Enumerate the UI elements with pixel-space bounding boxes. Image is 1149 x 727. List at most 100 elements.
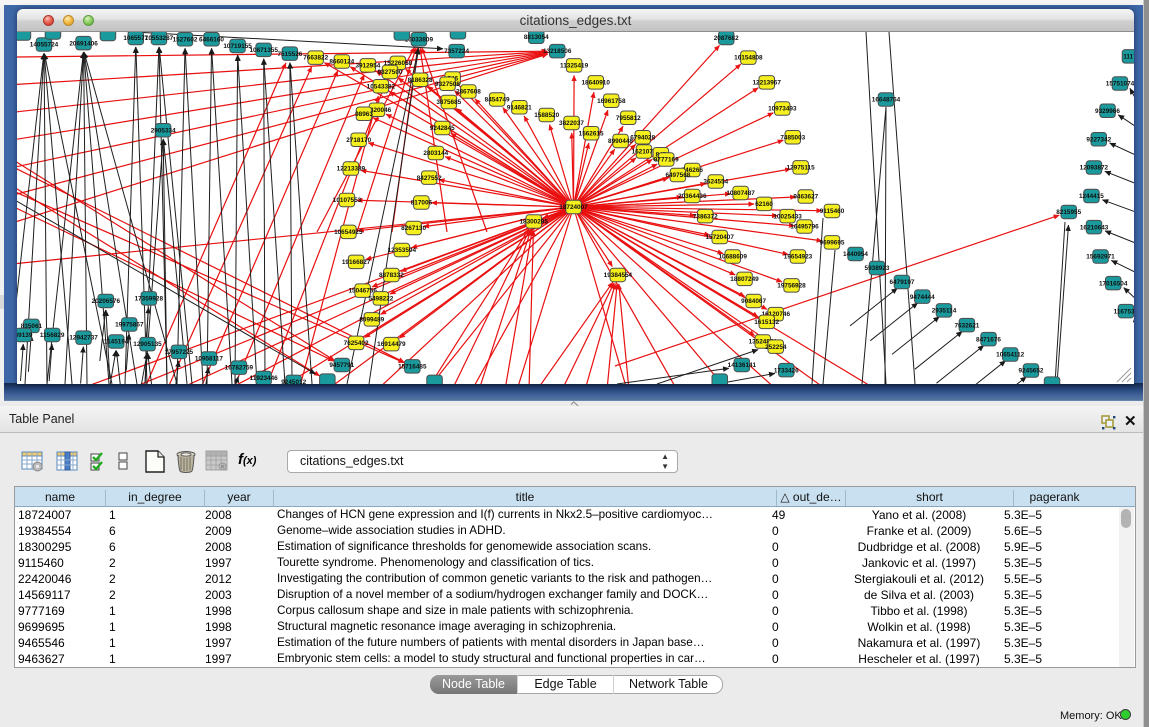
svg-text:9327500: 9327500 [378,69,403,76]
svg-text:1615132: 1615132 [754,319,779,326]
svg-text:10671355: 10671355 [249,47,278,54]
svg-text:7485003: 7485003 [780,134,805,141]
svg-text:16495796: 16495796 [790,224,819,231]
svg-text:16154808: 16154808 [734,55,763,62]
svg-text:9457791: 9457791 [329,362,354,369]
svg-text:16782759: 16782759 [225,365,254,372]
svg-text:7663822: 7663822 [303,55,328,62]
svg-text:17359928: 17359928 [135,296,164,303]
svg-text:3875685: 3875685 [436,99,461,106]
svg-text:15751074: 15751074 [1106,81,1134,88]
svg-text:10107553: 10107553 [333,197,362,204]
svg-text:17016504: 17016504 [1099,280,1128,287]
svg-text:18300295: 18300295 [519,219,548,226]
svg-text:7515526: 7515526 [277,51,302,58]
svg-text:98963: 98963 [355,111,373,118]
svg-text:12942737: 12942737 [69,335,98,342]
svg-text:9463627: 9463627 [793,194,818,201]
svg-text:16914479: 16914479 [377,341,406,348]
svg-text:3624554: 3624554 [703,179,728,186]
svg-text:9245012: 9245012 [281,379,306,384]
svg-text:9084067: 9084067 [741,298,766,305]
svg-text:7386372: 7386372 [693,213,718,220]
svg-text:10958117: 10958117 [195,356,224,363]
svg-text:15692971: 15692971 [1086,254,1115,261]
svg-text:817006: 817006 [411,200,433,207]
svg-text:19166827: 19166827 [342,259,371,266]
svg-text:1167533: 1167533 [1114,308,1134,315]
svg-text:9242845: 9242845 [430,125,455,132]
svg-text:10553287: 10553287 [145,35,174,42]
svg-text:252254: 252254 [765,344,787,351]
svg-text:62160: 62160 [755,201,773,208]
svg-text:9327508: 9327508 [435,81,460,88]
svg-text:20691406: 20691406 [69,40,98,47]
svg-text:10688609: 10688609 [718,254,747,261]
svg-text:15716485: 15716485 [398,363,427,370]
svg-text:12213967: 12213967 [752,80,781,87]
svg-text:20364436: 20364436 [678,193,707,200]
svg-text:1244415: 1244415 [1079,193,1104,200]
svg-text:1588520: 1588520 [534,112,559,119]
svg-text:1733426: 1733426 [774,367,799,374]
svg-text:1527602: 1527602 [173,36,198,43]
svg-text:2867608: 2867608 [456,89,481,96]
svg-text:12213389: 12213389 [337,166,366,173]
svg-text:13218506: 13218506 [543,48,572,55]
svg-text:12975115: 12975115 [787,164,816,171]
svg-text:10973493: 10973493 [768,106,797,113]
svg-text:2803144: 2803144 [423,150,448,157]
svg-text:17957225: 17957225 [165,349,194,356]
svg-text:5938923: 5938923 [865,265,890,272]
svg-text:7632621: 7632621 [954,322,979,329]
svg-text:9474444: 9474444 [910,294,935,301]
svg-text:9245652: 9245652 [1019,368,1044,375]
svg-text:2718170: 2718170 [346,137,371,144]
svg-text:3822037: 3822037 [559,120,584,127]
svg-text:7955812: 7955812 [616,115,641,122]
svg-text:8427552: 8427552 [417,175,442,182]
svg-text:5498222: 5498222 [368,296,393,303]
svg-text:2905334: 2905334 [151,127,176,134]
svg-text:1156829: 1156829 [40,332,65,339]
svg-text:8215955: 8215955 [1056,209,1081,216]
svg-text:9699695: 9699695 [820,239,845,246]
svg-text:2087682: 2087682 [714,35,739,42]
svg-text:7357224: 7357224 [444,48,469,55]
svg-text:8660124: 8660124 [329,59,354,66]
svg-text:20206576: 20206576 [92,298,121,305]
svg-text:39139: 39139 [17,332,33,339]
svg-text:1117: 1117 [1123,53,1134,60]
svg-text:18807249: 18807249 [730,276,759,283]
svg-text:9227342: 9227342 [1086,136,1111,143]
svg-text:7625402: 7625402 [344,340,369,347]
svg-text:8454749: 8454749 [485,97,510,104]
svg-text:12905135: 12905135 [133,341,162,348]
svg-text:19654923: 19654923 [784,254,813,261]
svg-text:10654112: 10654112 [996,352,1025,359]
svg-text:6497568: 6497568 [665,172,690,179]
svg-text:10654925: 10654925 [334,229,363,236]
svg-text:8471676: 8471676 [976,336,1001,343]
svg-text:9329966: 9329966 [1095,108,1120,115]
svg-text:12093872: 12093872 [1080,165,1109,172]
svg-text:16210643: 16210643 [1080,224,1109,231]
svg-text:10025433: 10025433 [773,213,802,220]
svg-text:10719155: 10719155 [223,43,252,50]
svg-text:16961758: 16961758 [597,98,626,105]
svg-text:9115460: 9115460 [820,208,845,215]
svg-text:9146821: 9146821 [507,104,532,111]
svg-text:2935114: 2935114 [932,308,957,315]
svg-text:9777169: 9777169 [654,157,679,164]
svg-text:8267130: 8267130 [401,225,426,232]
svg-text:19384554: 19384554 [604,272,633,279]
svg-text:11325419: 11325419 [560,63,589,70]
svg-text:19756928: 19756928 [777,282,806,289]
svg-text:8813054: 8813054 [524,34,549,41]
svg-text:12353594: 12353594 [388,247,417,254]
svg-text:8186328: 8186328 [408,77,433,84]
svg-text:16648764: 16648764 [872,97,901,104]
svg-text:18724007: 18724007 [559,204,588,211]
svg-text:14055724: 14055724 [30,42,59,49]
svg-text:6794028: 6794028 [630,134,655,141]
